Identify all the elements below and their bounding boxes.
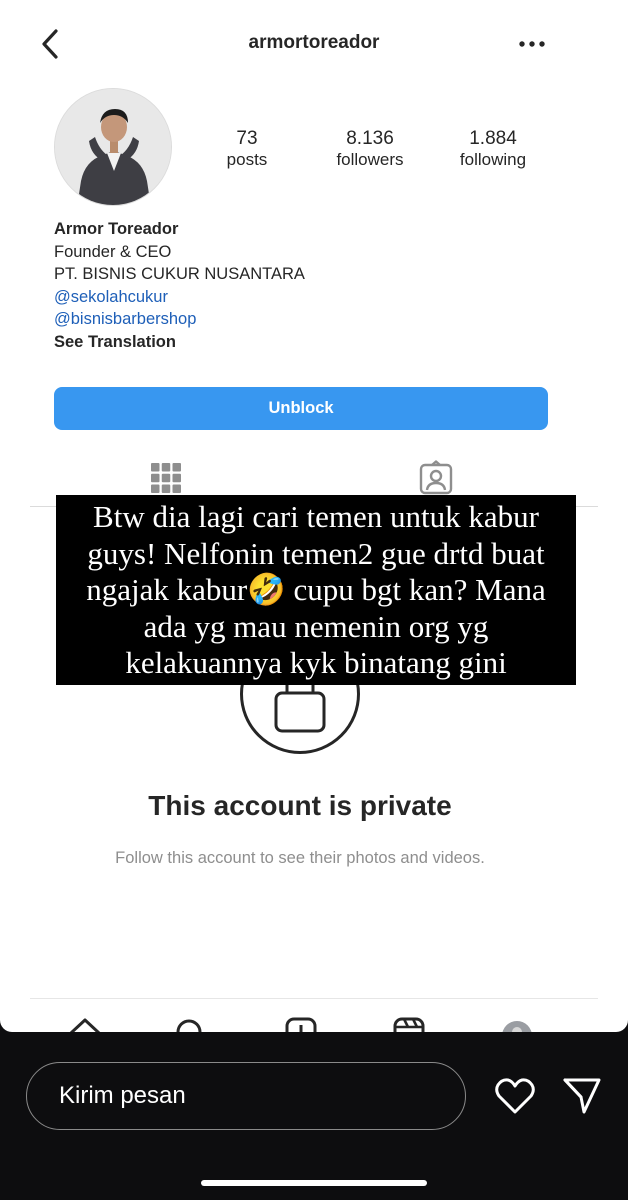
unblock-button[interactable]: Unblock <box>54 387 548 430</box>
home-indicator <box>201 1180 427 1186</box>
following-count[interactable]: 1.884 following <box>438 128 548 170</box>
caption-line: ada yg mau nemenin org yg <box>143 608 489 644</box>
grid-icon[interactable] <box>150 462 182 494</box>
reels-icon[interactable] <box>392 1016 426 1032</box>
story-text-overlay: Btw dia lagi cari temen untuk kabur guys… <box>56 495 576 685</box>
bio-company: PT. BISNIS CUKUR NUSANTARA <box>54 265 305 283</box>
bio-link-sekolahcukur[interactable]: @sekolahcukur <box>54 286 305 309</box>
private-account-subtitle: Follow this account to see their photos … <box>115 849 485 867</box>
profile-avatar-icon[interactable] <box>500 1016 534 1032</box>
new-post-icon[interactable] <box>284 1016 318 1032</box>
profile-avatar[interactable] <box>54 88 172 206</box>
profile-screen: armortoreador 73 posts 8.136 followers 1… <box>0 0 628 1032</box>
profile-bio: Armor Toreador Founder & CEO PT. BISNIS … <box>54 218 305 353</box>
profile-name: Armor Toreador <box>54 220 179 238</box>
tagged-person-icon[interactable] <box>418 460 454 496</box>
heart-icon[interactable] <box>494 1076 536 1116</box>
send-message-input[interactable] <box>26 1062 466 1130</box>
bio-title: Founder & CEO <box>54 242 172 261</box>
caption-line: guys! Nelfonin temen2 gue drtd buat <box>87 535 545 571</box>
following-label: following <box>459 150 527 169</box>
home-icon[interactable] <box>68 1016 102 1032</box>
avatar-photo <box>55 89 171 205</box>
posts-count[interactable]: 73 posts <box>192 128 302 170</box>
search-icon[interactable] <box>174 1016 208 1032</box>
posts-label: posts <box>226 150 268 169</box>
top-bar: armortoreador <box>0 0 628 90</box>
more-horizontal-icon[interactable] <box>516 32 548 56</box>
bottom-nav-divider <box>30 998 598 999</box>
followers-label: followers <box>336 150 404 169</box>
following-value: 1.884 <box>469 128 517 149</box>
caption-line: Btw dia lagi cari temen untuk kabur <box>93 499 539 534</box>
caption-line: kelakuannya kyk binatang gini <box>125 645 507 680</box>
bio-link-bisnisbarbershop[interactable]: @bisnisbarbershop <box>54 308 305 331</box>
send-icon[interactable] <box>562 1076 602 1116</box>
followers-value: 8.136 <box>346 128 394 149</box>
see-translation-link[interactable]: See Translation <box>54 331 305 354</box>
private-account-title: This account is private <box>148 790 452 821</box>
followers-count[interactable]: 8.136 followers <box>315 128 425 170</box>
caption-line: ngajak kabur🤣 cupu bgt kan? Mana <box>86 572 546 607</box>
posts-value: 73 <box>236 128 258 149</box>
